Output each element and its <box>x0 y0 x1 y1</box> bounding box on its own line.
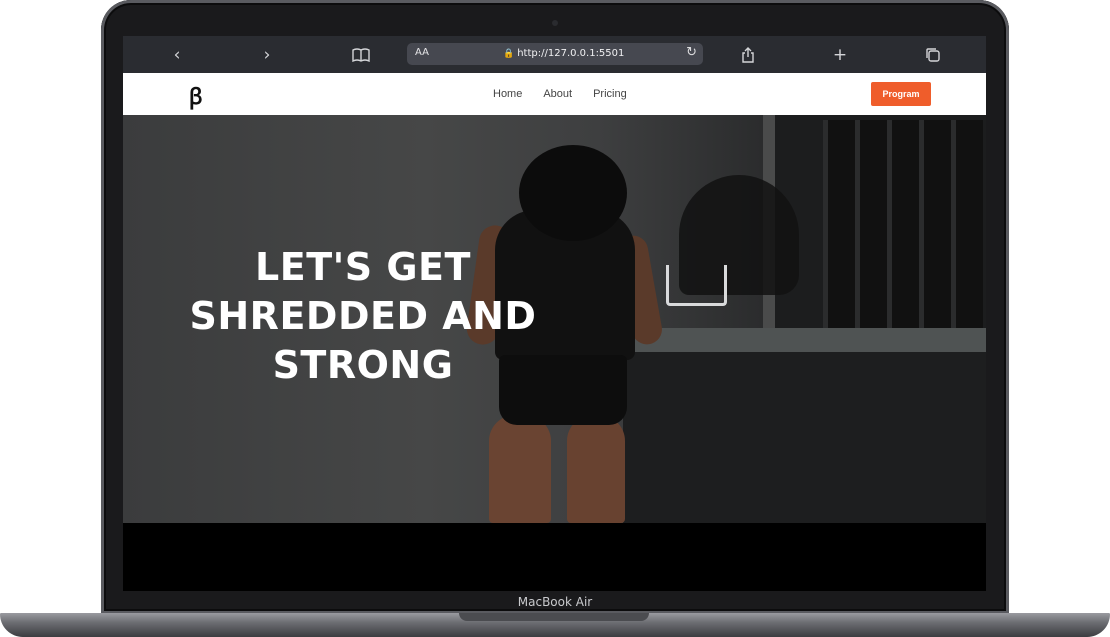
browser-toolbar: ‹ › AA 🔒 http://127.0.0.1:5501 ↻ + <box>123 36 986 73</box>
hero-image-figure-leg <box>489 415 551 523</box>
url-text: 🔒 http://127.0.0.1:5501 <box>503 48 624 59</box>
share-icon <box>742 46 754 63</box>
url-value: http://127.0.0.1:5501 <box>517 48 625 59</box>
chevron-left-icon: ‹ <box>173 44 181 65</box>
back-button[interactable]: ‹ <box>162 36 192 73</box>
camera-icon <box>552 20 558 26</box>
lock-icon: 🔒 <box>503 49 515 59</box>
site-logo[interactable]: ꞵ <box>189 81 203 111</box>
screen: ‹ › AA 🔒 http://127.0.0.1:5501 ↻ + ꞵ Home… <box>123 36 986 591</box>
new-tab-button[interactable]: + <box>825 36 855 73</box>
hero-image-sill <box>629 328 986 352</box>
site-navbar: ꞵ Home About Pricing Program <box>123 73 986 115</box>
tabs-button[interactable] <box>918 36 948 73</box>
book-icon <box>352 47 370 62</box>
hero-image-lower-wall <box>623 352 986 523</box>
hero-image-figure-head <box>519 145 627 241</box>
nav-about-link[interactable]: About <box>543 88 572 100</box>
hero-image-bars <box>823 120 983 330</box>
hero-section: LET'S GET SHREDDED AND STRONG <box>123 115 986 523</box>
nav-links: Home About Pricing <box>493 88 648 100</box>
reader-button[interactable] <box>346 36 376 73</box>
forward-button[interactable]: › <box>252 36 282 73</box>
reload-icon[interactable]: ↻ <box>686 45 697 60</box>
text-size-button[interactable]: AA <box>415 47 429 58</box>
hero-image-rack <box>666 265 727 306</box>
nav-home-link[interactable]: Home <box>493 88 522 100</box>
share-button[interactable] <box>733 36 763 73</box>
program-button[interactable]: Program <box>871 82 931 106</box>
device-label: MacBook Air <box>517 595 593 609</box>
hero-title: LET'S GET SHREDDED AND STRONG <box>189 245 537 387</box>
nav-pricing-link[interactable]: Pricing <box>593 88 627 100</box>
tabs-icon <box>926 47 940 62</box>
address-bar[interactable]: AA 🔒 http://127.0.0.1:5501 ↻ <box>407 43 703 65</box>
laptop-notch <box>459 613 649 621</box>
chevron-right-icon: › <box>263 44 271 65</box>
hero-image-figure-leg <box>567 415 625 523</box>
plus-icon: + <box>832 44 848 65</box>
